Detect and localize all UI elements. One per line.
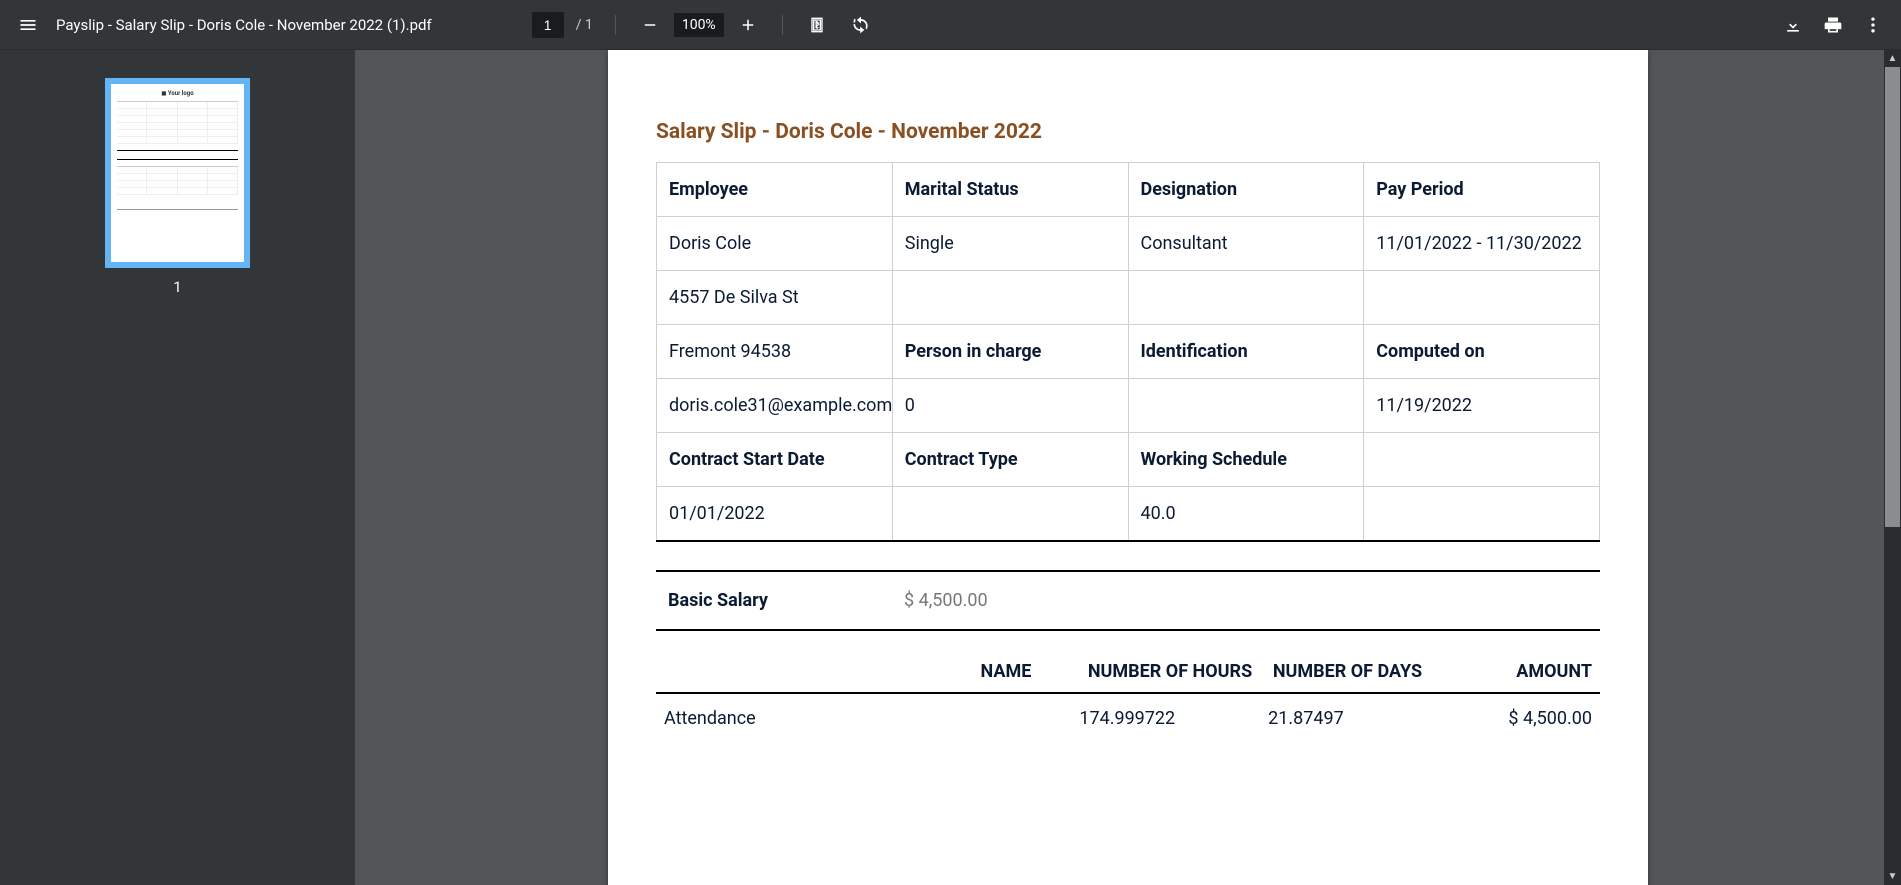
scroll-down-arrow[interactable]: ▼ bbox=[1884, 868, 1901, 885]
table-row: Employee Marital Status Designation Pay … bbox=[657, 163, 1600, 217]
document-filename: Payslip - Salary Slip - Doris Cole - Nov… bbox=[56, 16, 432, 34]
thumbnail-wrapper: ◼ Your logo bbox=[105, 78, 250, 296]
header-contract-type: Contract Type bbox=[892, 433, 1128, 487]
page-number-input[interactable] bbox=[532, 12, 564, 38]
header-person-in-charge: Person in charge bbox=[892, 325, 1128, 379]
cell-contract-type bbox=[892, 487, 1128, 542]
table-row: Basic Salary $ 4,500.00 bbox=[656, 571, 1600, 630]
earn-cell-amount: $ 4,500.00 bbox=[1430, 693, 1600, 743]
print-button[interactable] bbox=[1813, 5, 1853, 45]
earn-header-amount: AMOUNT bbox=[1430, 651, 1600, 693]
earn-header-hours: NUMBER OF HOURS bbox=[1071, 651, 1260, 693]
slip-title: Salary Slip - Doris Cole - November 2022 bbox=[656, 120, 1600, 144]
thumbnail-sidebar: ◼ Your logo bbox=[0, 50, 355, 885]
header-employee: Employee bbox=[657, 163, 893, 217]
cell-address1: 4557 De Silva St bbox=[657, 271, 893, 325]
toolbar-divider bbox=[782, 15, 783, 35]
zoom-in-button[interactable] bbox=[728, 5, 768, 45]
cell-marital: Single bbox=[892, 217, 1128, 271]
earn-cell-hours: 174.999722 bbox=[1071, 693, 1260, 743]
header-identification: Identification bbox=[1128, 325, 1364, 379]
table-row: doris.cole31@example.com 0 11/19/2022 bbox=[657, 379, 1600, 433]
fit-page-button[interactable] bbox=[797, 5, 837, 45]
earn-header-days: NUMBER OF DAYS bbox=[1260, 651, 1430, 693]
menu-icon[interactable] bbox=[8, 5, 48, 45]
earn-cell-days: 21.87497 bbox=[1260, 693, 1430, 743]
header-working-schedule: Working Schedule bbox=[1128, 433, 1364, 487]
cell-working-schedule: 40.0 bbox=[1128, 487, 1364, 542]
page-separator: / 1 bbox=[568, 17, 601, 33]
zoom-out-button[interactable] bbox=[630, 5, 670, 45]
table-row: 01/01/2022 40.0 bbox=[657, 487, 1600, 542]
thumbnail-page-number: 1 bbox=[105, 278, 250, 296]
cell-employee: Doris Cole bbox=[657, 217, 893, 271]
cell-email: doris.cole31@example.com bbox=[657, 379, 893, 433]
zoom-level: 100% bbox=[674, 13, 724, 37]
earnings-table: NAME NUMBER OF HOURS NUMBER OF DAYS AMOU… bbox=[656, 651, 1600, 743]
scrollbar-track[interactable]: ▲ ▼ bbox=[1884, 50, 1901, 885]
earn-cell-name: Attendance bbox=[656, 693, 1071, 743]
header-computed-on: Computed on bbox=[1364, 325, 1600, 379]
basic-salary-label: Basic Salary bbox=[656, 571, 892, 630]
scrollbar-thumb[interactable] bbox=[1885, 67, 1900, 527]
pdf-page: Salary Slip - Doris Cole - November 2022… bbox=[608, 50, 1648, 885]
header-pay-period: Pay Period bbox=[1364, 163, 1600, 217]
earn-header-name: NAME bbox=[656, 651, 1071, 693]
table-row: Fremont 94538 Person in charge Identific… bbox=[657, 325, 1600, 379]
table-row: Contract Start Date Contract Type Workin… bbox=[657, 433, 1600, 487]
table-row: NAME NUMBER OF HOURS NUMBER OF DAYS AMOU… bbox=[656, 651, 1600, 693]
cell-identification bbox=[1128, 379, 1364, 433]
document-viewer[interactable]: Salary Slip - Doris Cole - November 2022… bbox=[355, 50, 1901, 885]
cell-address2: Fremont 94538 bbox=[657, 325, 893, 379]
thumb-logo: ◼ Your logo bbox=[117, 90, 238, 97]
cell-computed-on: 11/19/2022 bbox=[1364, 379, 1600, 433]
more-menu-button[interactable] bbox=[1853, 5, 1893, 45]
basic-salary-value: $ 4,500.00 bbox=[892, 571, 1600, 630]
toolbar-divider bbox=[615, 15, 616, 35]
basic-salary-table: Basic Salary $ 4,500.00 bbox=[656, 570, 1600, 631]
rotate-button[interactable] bbox=[841, 5, 881, 45]
table-row: Attendance 174.999722 21.87497 $ 4,500.0… bbox=[656, 693, 1600, 743]
download-button[interactable] bbox=[1773, 5, 1813, 45]
cell-contract-start: 01/01/2022 bbox=[657, 487, 893, 542]
table-row: 4557 De Silva St bbox=[657, 271, 1600, 325]
table-row: Doris Cole Single Consultant 11/01/2022 … bbox=[657, 217, 1600, 271]
page-thumbnail-1[interactable]: ◼ Your logo bbox=[105, 78, 250, 268]
main-area: ◼ Your logo bbox=[0, 50, 1901, 885]
employee-info-table: Employee Marital Status Designation Pay … bbox=[656, 162, 1600, 542]
cell-pay-period: 11/01/2022 - 11/30/2022 bbox=[1364, 217, 1600, 271]
pdf-toolbar: Payslip - Salary Slip - Doris Cole - Nov… bbox=[0, 0, 1901, 50]
header-contract-start: Contract Start Date bbox=[657, 433, 893, 487]
cell-person-in-charge: 0 bbox=[892, 379, 1128, 433]
toolbar-center-controls: / 1 100% bbox=[532, 5, 881, 45]
header-designation: Designation bbox=[1128, 163, 1364, 217]
scroll-up-arrow[interactable]: ▲ bbox=[1884, 50, 1901, 67]
header-marital: Marital Status bbox=[892, 163, 1128, 217]
cell-designation: Consultant bbox=[1128, 217, 1364, 271]
